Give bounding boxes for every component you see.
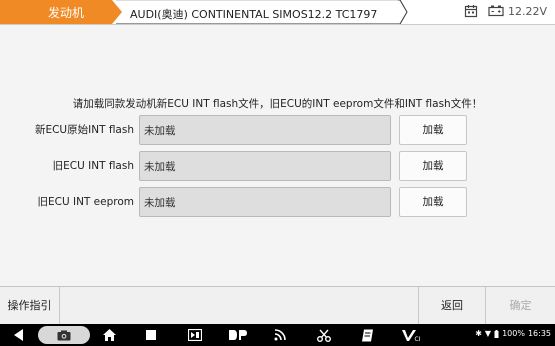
file-path-field: 未加载 [139, 115, 391, 145]
header-icons: 12.22V [464, 4, 547, 18]
load-button[interactable]: 加载 [399, 115, 467, 145]
tools-icon[interactable] [315, 327, 333, 343]
wireless-icon[interactable] [272, 327, 288, 343]
dp-icon[interactable] [227, 327, 249, 343]
file-row-old-ecu-flash: 旧ECU INT flash 未加载 加载 [0, 151, 555, 181]
file-path-field: 未加载 [139, 187, 391, 217]
action-bar: 操作指引 返回 确定 [0, 286, 555, 325]
row-label: 新ECU原始INT flash [34, 124, 134, 136]
back-button[interactable]: 返回 [418, 287, 485, 325]
file-status: 未加载 [144, 197, 176, 209]
calendar-icon[interactable] [464, 4, 478, 18]
top-header: 发动机 AUDI(奥迪) CONTINENTAL SIMOS12.2 TC179… [0, 0, 555, 24]
tab-engine[interactable]: 发动机 [0, 0, 122, 24]
content-area: 请加载同款发动机新ECU INT flash文件，旧ECU的INT eeprom… [0, 25, 555, 287]
nav-back-icon[interactable] [12, 327, 26, 343]
vci-icon[interactable]: CI [401, 327, 423, 343]
file-row-old-ecu-eeprom: 旧ECU INT eeprom 未加载 加载 [0, 187, 555, 217]
battery-percent: 100% [502, 329, 525, 338]
file-status: 未加载 [144, 125, 176, 137]
clock: 16:35 [527, 329, 551, 338]
system-nav-bar: CI ✱ ▼ 100% 16:35 [0, 324, 555, 346]
battery-icon [488, 5, 504, 17]
recent-apps-icon[interactable] [143, 327, 159, 343]
instruction-text: 请加载同款发动机新ECU INT flash文件，旧ECU的INT eeprom… [72, 98, 483, 110]
diagnostic-vci-icon[interactable] [186, 327, 204, 343]
operation-guide-button[interactable]: 操作指引 [0, 287, 60, 325]
file-status: 未加载 [144, 161, 176, 173]
confirm-button[interactable]: 确定 [485, 287, 555, 325]
bluetooth-icon: ✱ [475, 329, 482, 338]
phone-battery-icon [494, 329, 499, 338]
home-icon[interactable] [101, 327, 117, 343]
breadcrumb: AUDI(奥迪) CONTINENTAL SIMOS12.2 TC1797 [116, 0, 406, 24]
svg-text:CI: CI [415, 336, 421, 342]
voltage-value: 12.22V [507, 4, 547, 18]
status-bar: ✱ ▼ 100% 16:35 [475, 329, 551, 338]
load-button[interactable]: 加载 [399, 151, 467, 181]
notes-icon[interactable] [360, 327, 376, 343]
load-button[interactable]: 加载 [399, 187, 467, 217]
main-panel: 请加载同款发动机新ECU INT flash文件，旧ECU的INT eeprom… [0, 24, 555, 287]
camera-icon[interactable] [56, 327, 72, 343]
tab-engine-label: 发动机 [48, 6, 85, 20]
breadcrumb-text: AUDI(奥迪) CONTINENTAL SIMOS12.2 TC1797 [130, 8, 378, 21]
voltage-indicator: 12.22V [488, 5, 547, 18]
row-label: 旧ECU INT flash [52, 160, 134, 172]
row-label: 旧ECU INT eeprom [37, 196, 134, 208]
wifi-icon: ▼ [484, 329, 492, 338]
file-path-field: 未加载 [139, 151, 391, 181]
file-row-new-ecu-flash: 新ECU原始INT flash 未加载 加载 [0, 115, 555, 145]
